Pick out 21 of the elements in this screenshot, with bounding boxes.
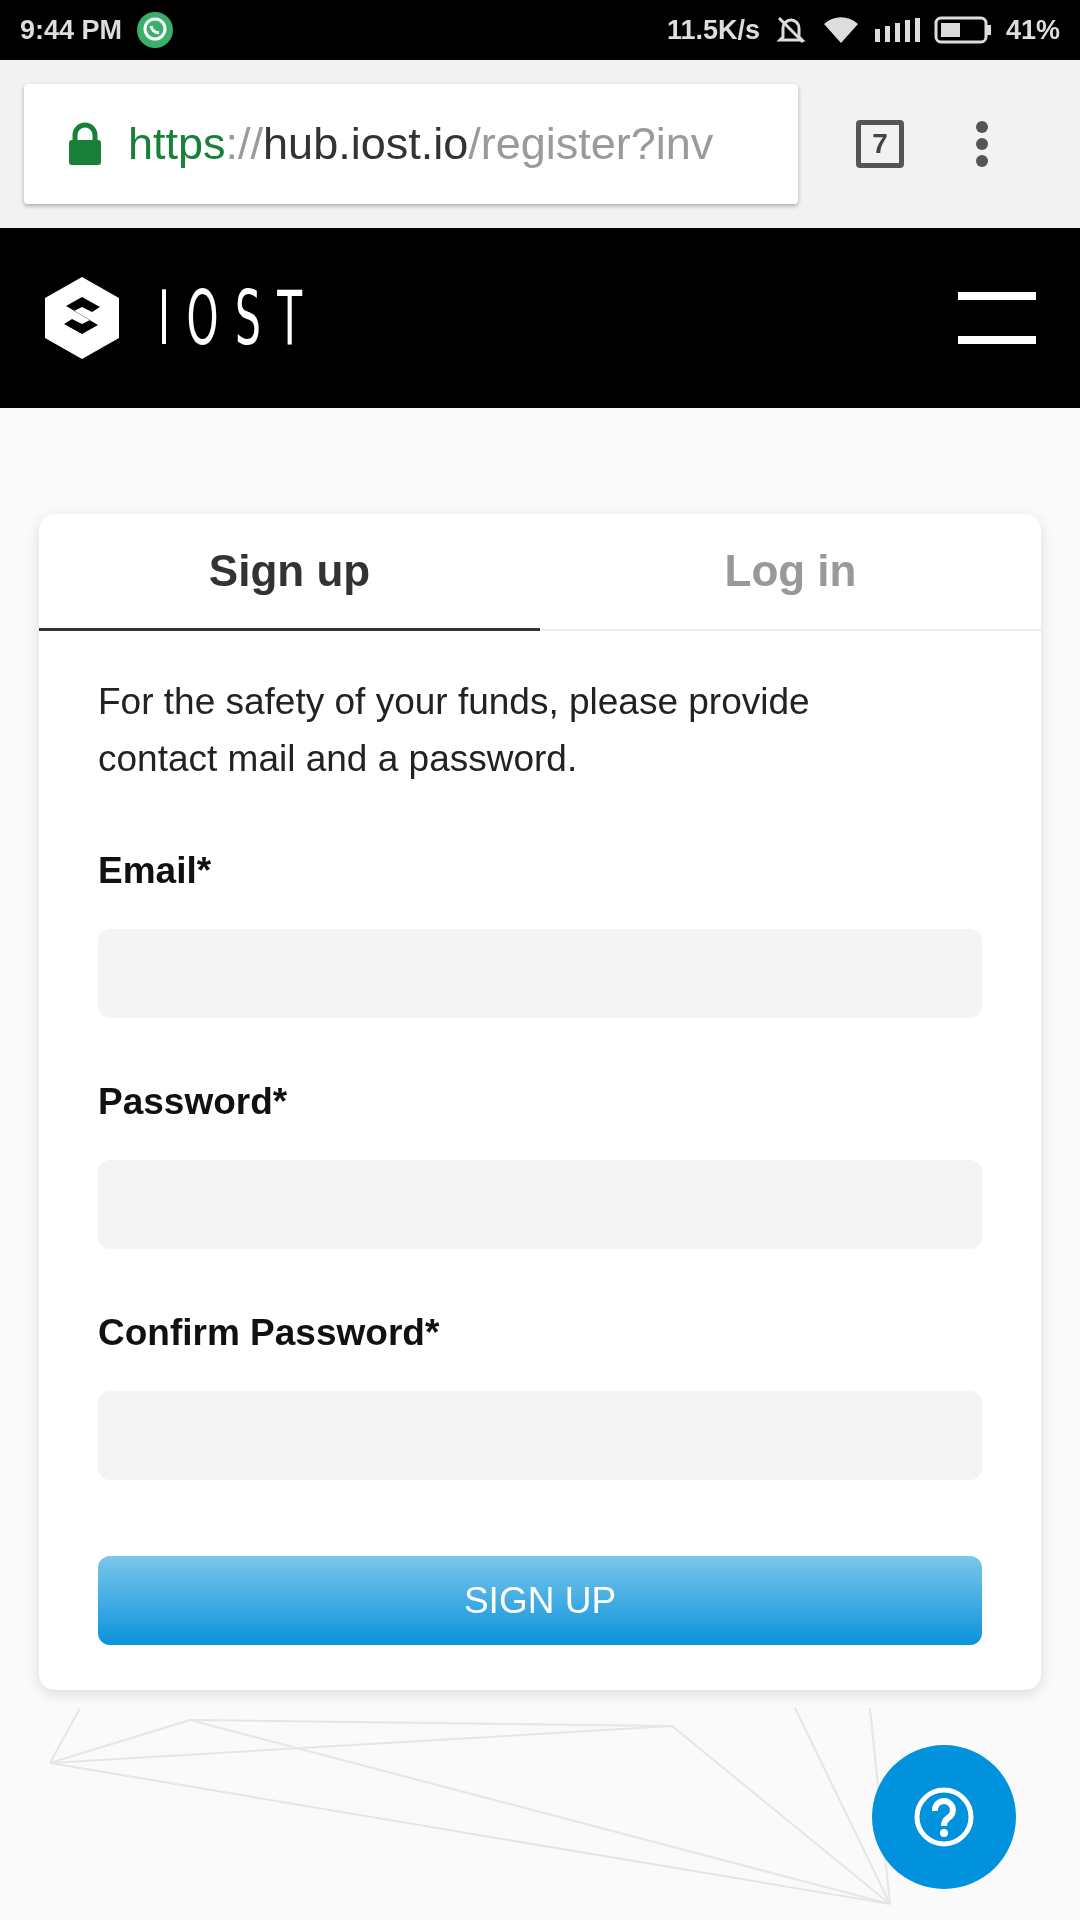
clock: 9:44 PM	[20, 14, 123, 46]
wifi-icon	[821, 15, 860, 45]
lock-icon	[68, 122, 102, 166]
tab-count-button[interactable]: 7	[856, 120, 904, 168]
logo-text: IOST	[158, 275, 320, 361]
field-label: Password*	[98, 1080, 289, 1124]
intro-text: For the safety of your funds, please provide contact mail and a password.	[98, 680, 811, 781]
help-icon	[912, 1785, 976, 1849]
field-label: Email*	[98, 849, 213, 893]
network-speed: 11.5K/s	[666, 14, 760, 46]
tab[interactable]: Sign up	[39, 514, 540, 631]
field-label: Confirm Password*	[98, 1311, 441, 1355]
menu-icon[interactable]	[958, 292, 1036, 344]
url-text: https://hub.iost.io/register?inv	[128, 118, 714, 170]
chat-app-icon	[136, 11, 175, 49]
logo-icon	[44, 276, 120, 360]
more-options-icon[interactable]	[974, 120, 990, 168]
address-bar[interactable]: https://hub.iost.io/register?inv	[24, 84, 798, 204]
battery-icon	[933, 16, 992, 44]
signal-icon	[873, 17, 920, 43]
battery-level: 41%	[1005, 14, 1060, 46]
